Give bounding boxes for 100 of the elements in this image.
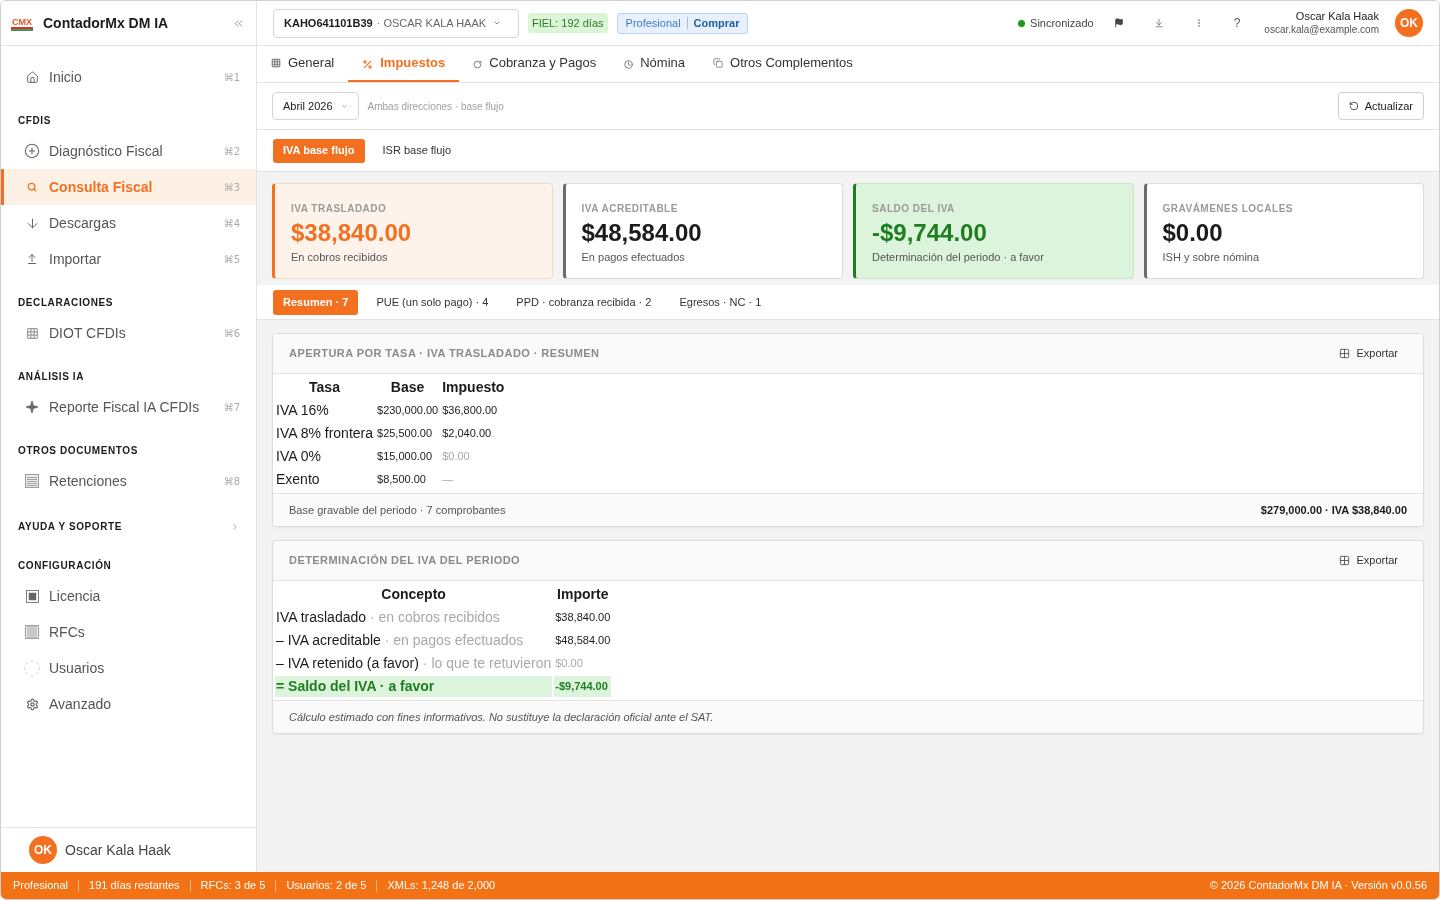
sidebar-item[interactable]: Reporte Fiscal IA CFDIs ⌘7 [1, 389, 256, 425]
buy-link[interactable]: Comprar [693, 14, 740, 32]
brand-logo: CMX [11, 17, 33, 29]
card-caption: En pagos efectuados [581, 250, 686, 264]
refresh-icon [1348, 101, 1359, 111]
status-item: Usuarios: 2 de 5 [286, 878, 367, 894]
sync-status: Sincronizado [1030, 15, 1094, 31]
card-caption: Determinación del periodo · a favor [872, 250, 1045, 264]
table-cell-text: $36,800.00 [441, 403, 499, 418]
shortcut-hint: ⌘6 [223, 326, 240, 341]
refresh-button[interactable]: Actualizar [1337, 92, 1424, 120]
table-cell-text: $0.00 [554, 656, 584, 671]
table-cell-text: $48,584.00 [554, 633, 612, 648]
period-select[interactable]: Abril 2026 [272, 92, 359, 120]
user-avatar: OK [29, 836, 57, 864]
column-header: Impuesto [441, 378, 506, 397]
card-caption: En cobros recibidos [291, 250, 389, 264]
card-label: IVA ACREDITABLE [581, 203, 679, 215]
panel-title: DETERMINACIÓN DEL IVA DEL PERIODO [289, 553, 521, 569]
sidebar-item[interactable]: Avanzado [1, 686, 256, 722]
table-cell-text: – IVA acreditable · en pagos efectuados [275, 631, 525, 650]
search-icon [27, 182, 37, 192]
table-cell-text: $0.00 [441, 449, 471, 464]
sidebar-item[interactable]: Diagnóstico Fiscal ⌘2 [1, 133, 256, 169]
sidebar-item[interactable]: Retenciones ⌘8 [1, 463, 256, 499]
tab[interactable]: General [257, 46, 349, 82]
download-icon[interactable] [1153, 18, 1164, 28]
section-heading: DECLARACIONES [18, 297, 114, 308]
rfc-selector[interactable]: KAHO641101B39 · OSCAR KALA HAAK [273, 8, 519, 38]
tab[interactable]: Otros Complementos [699, 46, 867, 82]
status-item: 191 días restantes [89, 878, 180, 894]
user-email: oscar.kala@example.com [1264, 23, 1379, 37]
shortcut-hint: ⌘7 [223, 400, 240, 415]
section-heading: ANÁLISIS IA [18, 371, 85, 382]
circle-plus-icon [24, 143, 40, 159]
table-cell-text: IVA 0% [275, 447, 322, 466]
table-cell-text: $8,500.00 [376, 472, 427, 487]
tab[interactable]: Nómina [610, 46, 699, 82]
shortcut-hint: ⌘8 [223, 474, 240, 489]
panel-total: $279,000.00 · IVA $38,840.00 [1260, 502, 1407, 518]
sidebar-item[interactable]: Licencia [1, 578, 256, 614]
section-heading: CFDIS [18, 115, 51, 126]
status-item: Profesional [13, 878, 69, 894]
shortcut-hint: ⌘5 [223, 252, 240, 267]
table-cell-text: IVA 8% frontera [275, 424, 374, 443]
column-header: Tasa [308, 378, 341, 397]
table-cell-text: $2,040.00 [441, 426, 493, 441]
user-name: Oscar Kala Haak [65, 840, 171, 860]
disclaimer-text: Cálculo estimado con fines informativos. No sustituye la declaración oficial ante el SAT. [289, 709, 714, 725]
table-cell-text: IVA trasladado · en cobros recibidos [275, 608, 501, 627]
table-cell: = Saldo del IVA · a favor [275, 676, 553, 697]
column-header: Concepto [380, 585, 447, 604]
sidebar-item[interactable]: Importar ⌘5 [1, 241, 256, 277]
filter-tab[interactable]: Egresos · NC · 1 [669, 289, 772, 315]
sidebar-item[interactable]: DIOT CFDIs ⌘6 [1, 315, 256, 351]
table-cell-text: — [441, 472, 455, 487]
sidebar-item[interactable]: Descargas ⌘4 [1, 205, 256, 241]
grid-icon [1339, 555, 1351, 566]
segment-tab[interactable]: ISR base flujo [372, 138, 461, 163]
table-cell-text: $25,500.00 [376, 426, 434, 441]
shortcut-hint: ⌘1 [223, 70, 240, 85]
sidebar-item[interactable]: RFCs [1, 614, 256, 650]
list-icon [25, 474, 39, 488]
settings-icon [25, 697, 39, 711]
grid-icon [25, 326, 39, 340]
filter-tab[interactable]: PPD · cobranza recibida · 2 [506, 289, 662, 315]
caret-icon [340, 102, 348, 110]
export-button[interactable]: Exportar [1339, 552, 1398, 569]
tab[interactable]: Cobranza y Pagos [459, 46, 611, 82]
card-value: $48,584.00 [581, 218, 703, 248]
section-toggle[interactable]: AYUDA Y SOPORTE [1, 499, 256, 540]
card-value: $0.00 [1162, 218, 1224, 248]
plan-label: Profesional [625, 15, 681, 31]
flag-icon[interactable] [1113, 18, 1124, 28]
filter-tab[interactable]: PUE (un solo pago) · 4 [366, 289, 499, 315]
help-button[interactable]: ? [1233, 16, 1241, 30]
clock-icon [624, 59, 634, 69]
columns-icon [25, 625, 39, 639]
fiel-badge: FIEL: 192 días [528, 13, 608, 33]
grid-icon [1339, 348, 1351, 359]
home-icon [25, 70, 39, 84]
filter-note: Ambas direcciones · base flujo [367, 99, 504, 114]
panel-title: APERTURA POR TASA · IVA TRASLADADO · RESUMEN [289, 346, 600, 362]
table-cell-text: $230,000.00 [376, 403, 440, 418]
card-value: -$9,744.00 [872, 218, 988, 248]
sidebar-item[interactable]: Inicio ⌘1 [1, 59, 256, 95]
sidebar-item[interactable]: Usuarios [1, 650, 256, 686]
card-label: IVA TRASLADADO [291, 203, 388, 215]
caret-icon [493, 19, 502, 27]
app-title: ContadorMx DM IA [43, 13, 169, 33]
square-icon [25, 589, 39, 603]
column-header: Importe [556, 585, 610, 604]
copy-icon [713, 58, 723, 68]
table-cell-text: – IVA retenido (a favor) · lo que te retuvieron [275, 654, 553, 673]
dashed-circle-icon [23, 658, 41, 678]
shortcut-hint: ⌘4 [223, 216, 240, 231]
export-button[interactable]: Exportar [1339, 345, 1398, 362]
sparkle-icon [25, 400, 39, 414]
column-header: Base [389, 378, 426, 397]
section-heading: CONFIGURACIÓN [18, 560, 112, 571]
